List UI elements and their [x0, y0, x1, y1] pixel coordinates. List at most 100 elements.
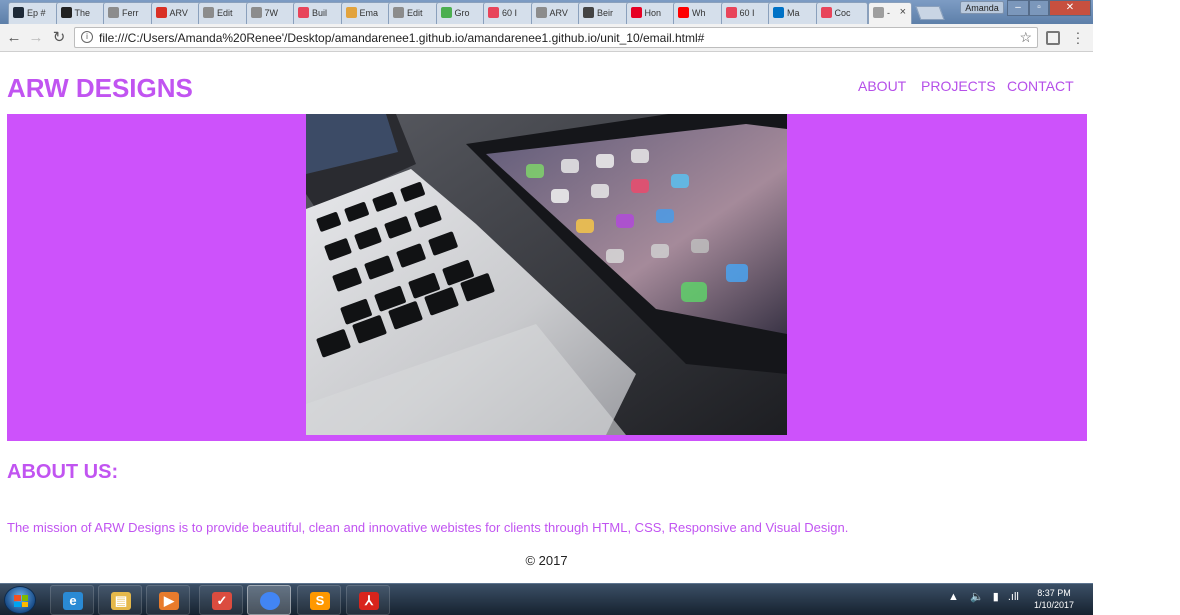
- tab-label: Wh: [692, 8, 706, 18]
- clock-date: 1/10/2017: [1033, 600, 1075, 610]
- browser-tab[interactable]: Edit: [198, 2, 250, 24]
- browser-tab[interactable]: Beir: [578, 2, 630, 24]
- tab-label: The: [74, 8, 91, 18]
- footer-copyright: © 2017: [525, 553, 568, 568]
- flower-icon: [345, 7, 357, 18]
- tab-active[interactable]: - ×: [868, 2, 912, 24]
- tab-label: Coc: [834, 8, 851, 18]
- tab-label: Edit: [217, 8, 233, 18]
- browser-tab-strip: Ep # The Ferr ARV Edit 7W Buil Ema Edit Gro 60 I AR…: [0, 0, 1093, 24]
- start-button[interactable]: [4, 586, 36, 614]
- show-hidden-icons[interactable]: ▲: [948, 591, 959, 603]
- browser-tab[interactable]: Ep #: [8, 2, 60, 24]
- tab-label: Ma: [787, 8, 800, 18]
- taskbar-internet-explorer[interactable]: e: [50, 585, 94, 615]
- app-icon: [298, 7, 309, 18]
- mission-statement: The mission of ARW Designs is to provide…: [7, 520, 849, 535]
- shield-icon: [13, 7, 24, 18]
- nav-projects-link[interactable]: PROJECTS: [921, 78, 996, 94]
- tab-label: 60 I: [502, 8, 518, 18]
- browser-tab[interactable]: Edit: [388, 2, 440, 24]
- desktop-gutter: [1093, 0, 1180, 583]
- window-controls: – ▫ ✕: [1007, 0, 1091, 16]
- browser-tab[interactable]: 60 I: [483, 2, 535, 24]
- browser-tab[interactable]: 60 I: [720, 2, 773, 24]
- app-icon: [820, 7, 832, 18]
- taskbar-sublime-text[interactable]: S: [297, 585, 341, 615]
- tab-label: Buil: [312, 8, 328, 18]
- taskbar-acrobat[interactable]: ⅄: [346, 585, 390, 615]
- forward-button[interactable]: →: [27, 29, 45, 47]
- taskbar-chrome[interactable]: [247, 585, 291, 615]
- browser-tab[interactable]: Ferr: [103, 2, 155, 24]
- clock-time: 8:37 PM: [1037, 588, 1071, 598]
- browser-tab[interactable]: ARV: [530, 2, 583, 24]
- maximize-button[interactable]: ▫: [1029, 0, 1049, 16]
- browser-tab[interactable]: Ema: [340, 2, 393, 24]
- todoist-icon: ✓: [212, 592, 232, 610]
- outlook-icon: [773, 7, 784, 18]
- new-tab-button[interactable]: [915, 6, 945, 20]
- tab-label: ARV: [169, 8, 188, 18]
- tab-label: Beir: [597, 8, 614, 18]
- tab-label: -: [887, 8, 890, 18]
- g-logo-icon: [60, 7, 72, 18]
- browser-tab[interactable]: Coc: [815, 2, 868, 24]
- browser-tab[interactable]: ARV: [150, 2, 203, 24]
- browser-tab[interactable]: Wh: [673, 2, 725, 24]
- taskbar-file-explorer[interactable]: ▤: [98, 585, 142, 615]
- h-logo-icon: [725, 7, 737, 18]
- clock[interactable]: 8:37 PM 1/10/2017: [1028, 587, 1080, 611]
- page-icon: [393, 7, 404, 18]
- hero-image: [306, 114, 787, 435]
- internet-explorer-icon: e: [63, 592, 83, 610]
- page-viewport: ARW DESIGNS ABOUT PROJECTS CONTACT ABOUT…: [0, 53, 1093, 583]
- tab-label: 60 I: [739, 8, 755, 18]
- tab-label: Ema: [359, 8, 379, 18]
- menu-kebab-icon[interactable]: · · ·: [1074, 25, 1082, 49]
- page-icon: [203, 7, 214, 18]
- file-explorer-icon: ▤: [111, 592, 131, 610]
- tab-label: Ep #: [27, 8, 46, 18]
- gmail-icon: [155, 7, 167, 18]
- extension-icon[interactable]: [1046, 31, 1060, 45]
- h-logo-icon: [488, 7, 499, 18]
- system-tray: ▲ 🔈 ▮ .ıll: [948, 590, 1019, 603]
- volume-icon[interactable]: 🔈: [970, 591, 984, 603]
- signal-icon[interactable]: .ıll: [1008, 591, 1019, 603]
- close-window-button[interactable]: ✕: [1049, 0, 1091, 16]
- browser-tab[interactable]: The: [55, 2, 108, 24]
- browser-tab[interactable]: Buil: [293, 2, 345, 24]
- windows-logo-icon: [14, 595, 28, 607]
- browser-tab[interactable]: Hon: [625, 2, 678, 24]
- bookmark-star-icon[interactable]: ☆: [1019, 29, 1032, 46]
- hero-banner: [7, 114, 1087, 441]
- close-icon[interactable]: ×: [900, 6, 906, 18]
- profile-button[interactable]: Amanda: [960, 1, 1004, 14]
- reload-button[interactable]: ↻: [50, 29, 68, 47]
- youtube-icon: [678, 7, 689, 18]
- leaf-icon: [440, 7, 452, 18]
- chrome-icon: [260, 592, 280, 610]
- network-icon[interactable]: ▮: [993, 591, 999, 603]
- nav-about-link[interactable]: ABOUT: [858, 78, 906, 94]
- page-icon: [250, 7, 262, 18]
- tab-label: Hon: [644, 8, 662, 18]
- browser-tab[interactable]: 7W: [245, 2, 298, 24]
- page-icon: [535, 7, 547, 18]
- tab-label: ARV: [549, 8, 568, 18]
- address-bar[interactable]: i file:///C:/Users/Amanda%20Renee'/Deskt…: [74, 27, 1038, 48]
- browser-tab[interactable]: Gro: [435, 2, 488, 24]
- tab-label: 7W: [264, 8, 279, 18]
- taskbar-media-player[interactable]: ▶: [146, 585, 190, 615]
- browser-tab[interactable]: Ma: [768, 2, 820, 24]
- media-player-icon: ▶: [159, 592, 179, 610]
- about-section-title: ABOUT US:: [7, 461, 119, 483]
- back-button[interactable]: ←: [5, 29, 23, 47]
- nav-contact-link[interactable]: CONTACT: [1007, 78, 1074, 94]
- site-logo[interactable]: ARW DESIGNS: [7, 73, 193, 104]
- taskbar-todoist[interactable]: ✓: [199, 585, 243, 615]
- info-icon[interactable]: i: [81, 31, 93, 43]
- minimize-button[interactable]: –: [1007, 0, 1029, 16]
- tab-label: Ferr: [122, 8, 139, 18]
